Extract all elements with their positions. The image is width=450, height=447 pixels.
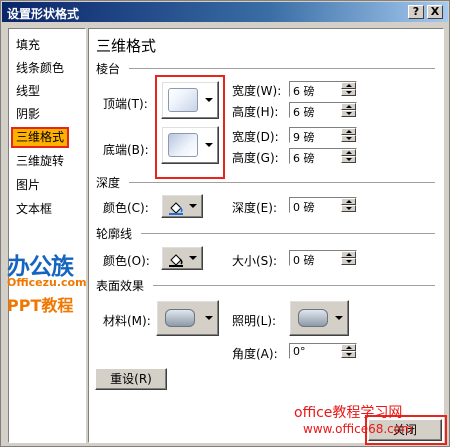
material-dropdown[interactable] xyxy=(156,300,219,336)
angle-spinner[interactable]: 0° xyxy=(289,343,357,359)
lighting-icon xyxy=(298,309,328,327)
chevron-down-icon xyxy=(205,98,213,102)
spin-up-icon[interactable] xyxy=(341,103,356,110)
brand-url: Officezu.com xyxy=(7,276,87,289)
spin-down-icon[interactable] xyxy=(341,110,356,117)
spin-down-icon[interactable] xyxy=(341,205,356,212)
bottom-width-spinner[interactable]: 9 磅 xyxy=(289,127,357,145)
site-url-watermark: www.office68.com xyxy=(303,422,413,436)
contour-section-heading: 轮廓线 xyxy=(96,227,133,241)
top-height-label: 高度(H): xyxy=(232,105,279,119)
chevron-down-icon xyxy=(205,316,213,320)
chevron-down-icon xyxy=(205,143,213,147)
contour-color-label: 颜色(O): xyxy=(103,254,150,268)
bottom-width-label: 宽度(D): xyxy=(232,130,279,144)
depth-color-label: 颜色(C): xyxy=(103,201,149,215)
spin-up-icon[interactable] xyxy=(341,82,356,89)
contour-size-value[interactable]: 0 磅 xyxy=(293,252,315,268)
top-width-value[interactable]: 6 磅 xyxy=(293,83,315,99)
help-button[interactable]: ? xyxy=(408,5,424,19)
contour-color-dropdown[interactable] xyxy=(161,246,203,270)
surface-divider xyxy=(153,285,435,287)
bevel-divider xyxy=(129,68,435,70)
sidebar-item-3d-format[interactable]: 三维格式 xyxy=(10,127,70,148)
angle-value[interactable]: 0° xyxy=(293,345,306,358)
contour-size-label: 大小(S): xyxy=(232,254,278,268)
spin-up-icon[interactable] xyxy=(341,344,356,351)
bevel-section-heading: 棱台 xyxy=(96,62,121,76)
top-bevel-label: 顶端(T): xyxy=(103,97,148,111)
site-name-watermark: office教程学习网 xyxy=(294,405,403,421)
paint-bucket-icon xyxy=(169,254,183,267)
bottom-bevel-label: 底端(B): xyxy=(103,143,149,157)
chevron-down-icon xyxy=(335,316,343,320)
top-height-value[interactable]: 6 磅 xyxy=(293,104,315,120)
depth-size-label: 深度(E): xyxy=(232,201,277,215)
spin-up-icon[interactable] xyxy=(341,251,356,258)
top-width-spinner[interactable]: 6 磅 xyxy=(289,81,357,99)
sidebar-item-text-box[interactable]: 文本框 xyxy=(13,201,55,218)
top-width-label: 宽度(W): xyxy=(232,84,282,98)
sidebar-item-fill[interactable]: 填充 xyxy=(13,37,43,54)
chevron-down-icon xyxy=(189,204,197,208)
spin-down-icon[interactable] xyxy=(341,351,356,358)
sidebar-item-3d-rotation[interactable]: 三维旋转 xyxy=(13,153,67,170)
depth-spinner[interactable]: 0 磅 xyxy=(289,197,357,215)
depth-section-heading: 深度 xyxy=(96,176,121,190)
top-height-spinner[interactable]: 6 磅 xyxy=(289,102,357,120)
bevel-top-icon xyxy=(168,88,198,112)
bottom-height-value[interactable]: 6 磅 xyxy=(293,150,315,166)
sidebar-item-line-color[interactable]: 线条颜色 xyxy=(13,60,67,77)
lighting-dropdown[interactable] xyxy=(289,300,349,336)
window-title: 设置形状格式 xyxy=(7,7,80,21)
close-window-button[interactable]: X xyxy=(427,5,443,19)
top-bevel-dropdown[interactable] xyxy=(161,81,219,119)
depth-color-dropdown[interactable] xyxy=(161,194,203,218)
format-shape-dialog: 设置形状格式 ? X 填充 线条颜色 线型 阴影 三维格式 三维旋转 图片 文本… xyxy=(0,0,450,447)
page-title: 三维格式 xyxy=(96,37,157,55)
spin-down-icon[interactable] xyxy=(341,156,356,163)
depth-divider xyxy=(129,182,435,184)
reset-button[interactable]: 重设(R) xyxy=(95,368,167,390)
contour-size-spinner[interactable]: 0 磅 xyxy=(289,250,357,268)
bottom-height-spinner[interactable]: 6 磅 xyxy=(289,148,357,166)
bottom-width-value[interactable]: 9 磅 xyxy=(293,129,315,145)
paint-bucket-icon xyxy=(169,202,183,215)
spin-down-icon[interactable] xyxy=(341,89,356,96)
sidebar-item-picture[interactable]: 图片 xyxy=(13,177,43,194)
material-icon xyxy=(165,309,195,327)
sidebar-item-shadow[interactable]: 阴影 xyxy=(13,106,43,123)
category-sidebar: 填充 线条颜色 线型 阴影 三维格式 三维旋转 图片 文本框 xyxy=(8,28,86,443)
spin-up-icon[interactable] xyxy=(341,128,356,135)
angle-label: 角度(A): xyxy=(232,347,278,361)
spin-up-icon[interactable] xyxy=(341,149,356,156)
material-label: 材料(M): xyxy=(103,314,151,328)
format-panel: 三维格式 棱台 顶端(T): 底端(B): 宽度(W): 6 磅 高度(H): … xyxy=(88,28,444,443)
depth-value[interactable]: 0 磅 xyxy=(293,199,315,215)
spin-up-icon[interactable] xyxy=(341,198,356,205)
surface-section-heading: 表面效果 xyxy=(96,279,145,293)
title-bar: 设置形状格式 ? X xyxy=(2,2,448,22)
bevel-bottom-icon xyxy=(168,133,198,157)
spin-down-icon[interactable] xyxy=(341,135,356,142)
spin-down-icon[interactable] xyxy=(341,258,356,265)
bottom-bevel-dropdown[interactable] xyxy=(161,126,219,164)
sidebar-item-line-style[interactable]: 线型 xyxy=(13,83,43,100)
lighting-label: 照明(L): xyxy=(232,314,277,328)
ppt-tutorial-text: PPT教程 xyxy=(7,296,74,315)
bottom-height-label: 高度(G): xyxy=(232,151,279,165)
chevron-down-icon xyxy=(189,256,197,260)
contour-divider xyxy=(141,233,435,235)
